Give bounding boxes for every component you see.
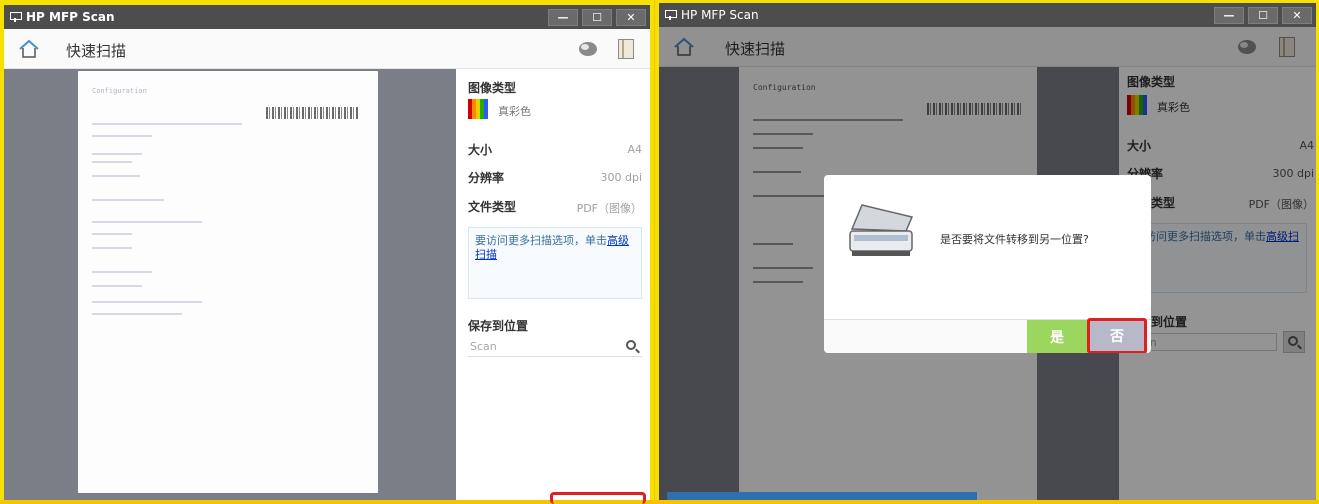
advanced-info-box: 要访问更多扫描选项，单击高级扫描 — [468, 227, 642, 299]
preview-doc-title: Configuration — [92, 87, 147, 95]
file-type-value[interactable]: PDF（图像） — [577, 200, 642, 216]
color-mode-icon[interactable] — [468, 99, 488, 119]
search-icon[interactable] — [626, 340, 636, 350]
barcode — [266, 107, 358, 119]
scanner-app-icon — [10, 12, 22, 22]
window-title-2: HP MFP Scan — [681, 8, 759, 22]
save-location-field[interactable]: Scan — [468, 337, 642, 357]
save-location-value: Scan — [470, 340, 497, 353]
scan-preview-page: Configuration — [78, 71, 378, 493]
maximize-button-2[interactable]: ☐ — [1248, 7, 1278, 24]
progress-strip — [667, 492, 977, 500]
highlight-marker — [550, 492, 646, 504]
window-title: HP MFP Scan — [26, 10, 115, 24]
maximize-button[interactable]: ☐ — [582, 9, 612, 26]
dialog-message: 是否要将文件转移到另一位置? — [940, 233, 1089, 246]
title-bar-2[interactable]: HP MFP Scan — ☐ ✕ — [659, 3, 1316, 27]
advanced-info-text: 要访问更多扫描选项，单击 — [475, 234, 607, 247]
minimize-button[interactable]: — — [548, 9, 578, 26]
size-value[interactable]: A4 — [627, 143, 642, 156]
resolution-value[interactable]: 300 dpi — [600, 171, 642, 184]
header: 快速扫描 — [4, 29, 650, 69]
scanner-app-icon-2 — [665, 10, 677, 20]
size-label: 大小 — [468, 143, 493, 157]
dialog-footer: 是 否 — [824, 318, 1151, 353]
file-type-label: 文件类型 — [468, 200, 517, 214]
save-location-label: 保存到位置 — [468, 319, 529, 333]
close-button-2[interactable]: ✕ — [1282, 7, 1312, 24]
scan-preview-area: Configuration — [4, 69, 456, 500]
settings-panel: 图像类型 真彩色 大小 A4 分辨率 300 dpi 文件类型 PDF（图像） … — [456, 69, 650, 500]
help-icon[interactable] — [578, 41, 598, 57]
no-button[interactable]: 否 — [1087, 318, 1147, 353]
yes-button[interactable]: 是 — [1027, 320, 1087, 353]
image-type-label: 图像类型 — [468, 81, 517, 95]
minimize-button-2[interactable]: — — [1214, 7, 1244, 24]
document-icon[interactable] — [618, 39, 634, 59]
close-button[interactable]: ✕ — [616, 9, 646, 26]
title-bar[interactable]: HP MFP Scan — ☐ ✕ — [4, 5, 650, 29]
transfer-dialog: 是否要将文件转移到另一位置? 是 否 — [824, 175, 1151, 353]
right-window: HP MFP Scan — ☐ ✕ 快速扫描 Configuration 图像类… — [659, 3, 1316, 500]
resolution-label: 分辨率 — [468, 171, 505, 185]
left-window: HP MFP Scan — ☐ ✕ 快速扫描 Configuration 图像类… — [4, 5, 650, 500]
scanner-icon — [849, 204, 914, 256]
image-type-value[interactable]: 真彩色 — [498, 103, 531, 119]
page-title: 快速扫描 — [66, 42, 127, 60]
home-icon[interactable] — [18, 39, 40, 59]
